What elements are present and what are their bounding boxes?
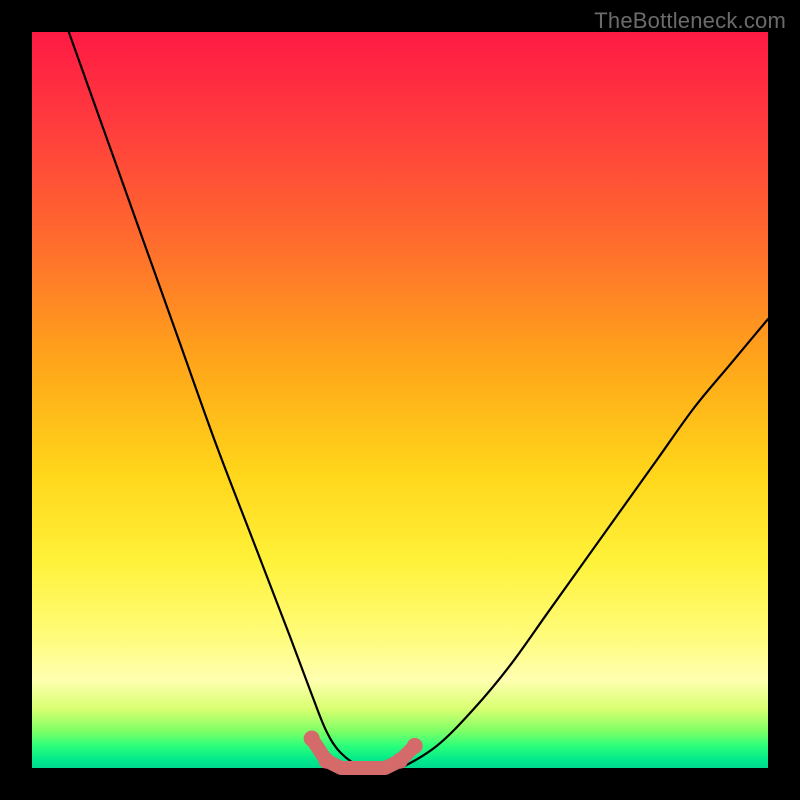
watermark-text: TheBottleneck.com (594, 8, 786, 34)
chart-frame: TheBottleneck.com (0, 0, 800, 800)
valley-marker-dot (392, 753, 408, 769)
valley-marker-dot (318, 753, 334, 769)
bottleneck-curve (69, 32, 768, 770)
chart-svg (32, 32, 768, 768)
plot-area (32, 32, 768, 768)
valley-marker-group (304, 731, 423, 769)
valley-marker-dot (407, 738, 423, 754)
valley-marker-dot (304, 731, 320, 747)
